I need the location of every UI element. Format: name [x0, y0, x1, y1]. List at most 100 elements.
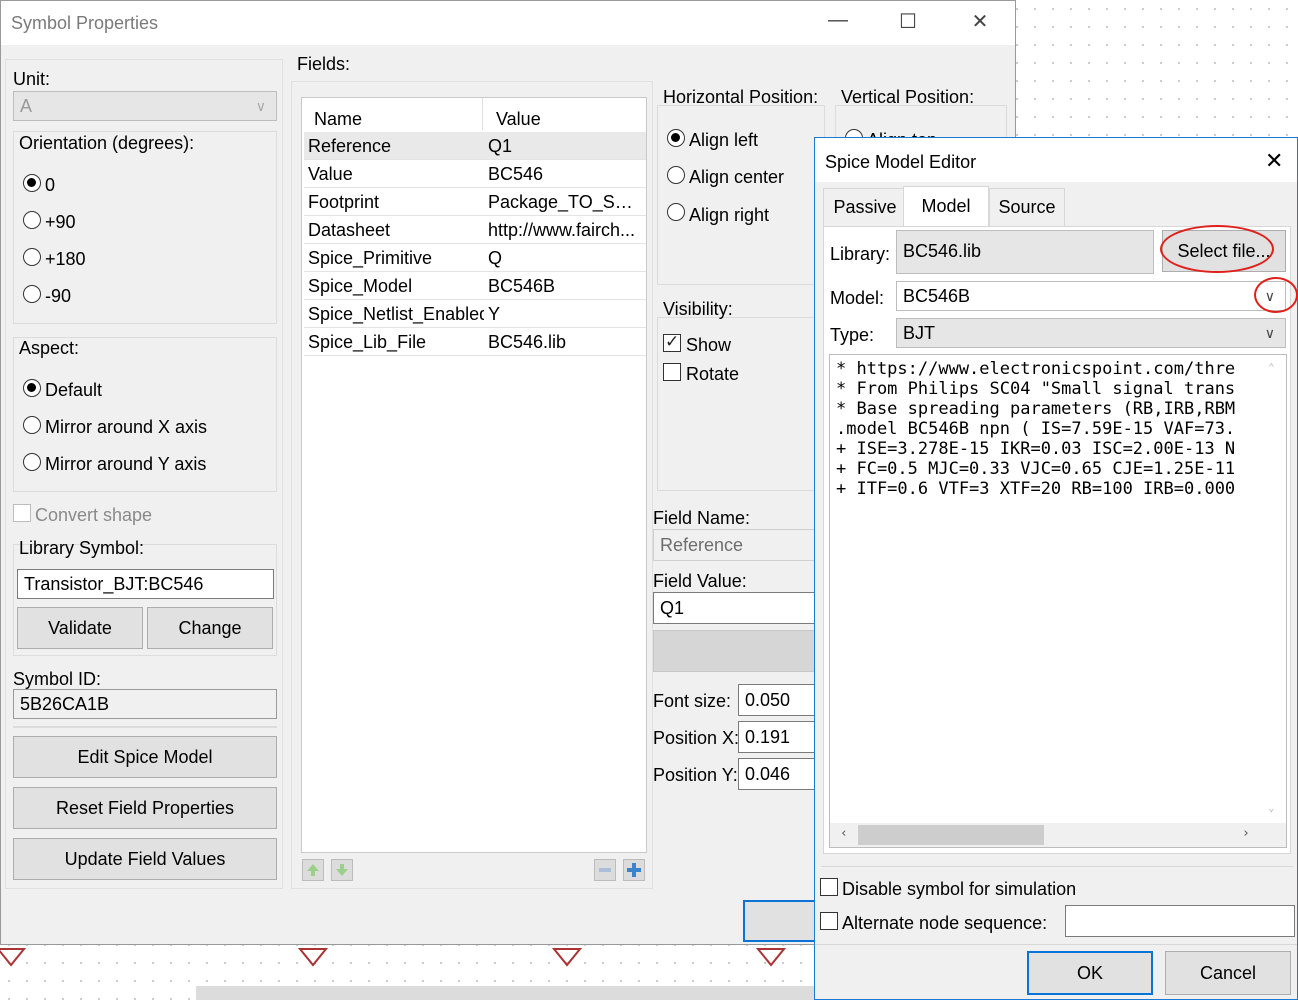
unit-select[interactable]: A ∨	[13, 91, 277, 121]
table-row[interactable]: Footprint Package_TO_SOT_...	[304, 188, 646, 216]
spice-close-icon[interactable]: ✕	[1265, 148, 1283, 174]
move-down-button[interactable]	[331, 859, 353, 881]
model-line: + FC=0.5 MJC=0.33 VJC=0.65 CJE=1.25E-11	[836, 459, 1236, 479]
select-file-button[interactable]: Select file...	[1162, 230, 1286, 272]
cell-value[interactable]: Q	[488, 248, 644, 269]
symbol-id-label: Symbol ID:	[13, 669, 102, 689]
tab-passive[interactable]: Passive	[823, 188, 907, 226]
canvas-scrollbar[interactable]	[196, 986, 816, 1000]
align-center-radio[interactable]	[667, 166, 685, 184]
align-right-radio[interactable]	[667, 203, 685, 221]
unit-value: A	[20, 95, 33, 116]
disable-simulation-checkbox[interactable]	[820, 878, 838, 896]
model-text-area[interactable]: * https://www.electronicspoint.com/thre …	[829, 354, 1287, 848]
show-checkbox[interactable]	[663, 332, 681, 352]
align-left-radio[interactable]	[667, 129, 685, 147]
model-line: .model BC546B npn ( IS=7.59E-15 VAF=73.	[836, 419, 1236, 439]
scroll-right-icon[interactable]: ›	[1242, 826, 1250, 841]
align-right-label: Align right	[689, 205, 770, 225]
table-row[interactable]: Spice_Primitive Q	[304, 244, 646, 272]
cell-value[interactable]: Y	[488, 304, 644, 325]
move-up-button[interactable]	[302, 859, 324, 881]
spice-cancel-button[interactable]: Cancel	[1165, 951, 1291, 995]
validate-button[interactable]: Validate	[17, 607, 143, 649]
scroll-thumb[interactable]	[858, 825, 1044, 845]
pin-marker-icon	[298, 948, 328, 967]
tab-source[interactable]: Source	[989, 188, 1065, 226]
cell-value[interactable]: BC546	[488, 164, 644, 185]
field-value-input[interactable]: Q1	[653, 592, 823, 624]
column-header-name[interactable]: Name	[314, 102, 484, 136]
alternate-node-input[interactable]	[1065, 905, 1295, 937]
disable-simulation-label: Disable symbol for simulation	[842, 879, 1077, 899]
cell-value[interactable]: Package_TO_SOT_...	[488, 192, 644, 213]
horizontal-scrollbar[interactable]: ‹ ›	[830, 823, 1286, 847]
field-name-label: Field Name:	[653, 508, 751, 528]
model-label: Model:	[830, 288, 885, 308]
aspect-mirror-x-radio[interactable]	[23, 416, 41, 434]
visibility-group	[657, 317, 825, 491]
library-symbol-input[interactable]: Transistor_BJT:BC546	[17, 569, 274, 599]
spice-title: Spice Model Editor	[825, 152, 977, 172]
table-row[interactable]: Value BC546	[304, 160, 646, 188]
cell-name: Footprint	[308, 192, 380, 212]
alternate-node-checkbox[interactable]	[820, 912, 838, 930]
orientation-90-radio[interactable]	[23, 211, 41, 229]
cell-value[interactable]: BC546B	[488, 276, 644, 297]
spice-ok-button[interactable]: OK	[1027, 951, 1153, 995]
remove-field-button[interactable]	[594, 859, 616, 881]
tab-model-label: Model	[921, 196, 971, 216]
add-field-button[interactable]	[623, 859, 645, 881]
scroll-left-icon[interactable]: ‹	[840, 826, 848, 841]
orientation-0-radio[interactable]	[23, 174, 41, 192]
chevron-down-icon: ∨	[255, 98, 266, 114]
update-field-values-button[interactable]: Update Field Values	[13, 838, 277, 880]
field-value-action-button[interactable]	[653, 630, 823, 672]
table-row[interactable]: Spice_Model BC546B	[304, 272, 646, 300]
convert-shape-checkbox[interactable]	[13, 504, 31, 522]
type-value: BJT	[903, 322, 936, 343]
aspect-mirror-y-radio[interactable]	[23, 453, 41, 471]
close-icon[interactable]: ✕	[965, 9, 995, 34]
rotate-checkbox[interactable]	[663, 363, 681, 381]
edit-spice-model-button[interactable]: Edit Spice Model	[13, 736, 277, 778]
pin-marker-icon	[0, 948, 26, 967]
cell-value[interactable]: http://www.fairch...	[488, 220, 644, 241]
model-select[interactable]: BC546B ∨	[896, 281, 1286, 311]
maximize-icon[interactable]: ☐	[893, 9, 923, 34]
scroll-up-icon[interactable]: ⌃	[1268, 361, 1275, 374]
chevron-down-icon[interactable]: ∨	[1265, 288, 1275, 305]
table-row[interactable]: Datasheet http://www.fairch...	[304, 216, 646, 244]
cell-name: Datasheet	[308, 220, 391, 240]
change-button[interactable]: Change	[147, 607, 273, 649]
aspect-mirror-x-label: Mirror around X axis	[45, 417, 208, 437]
pin-marker-icon	[756, 948, 786, 967]
title-bar: Symbol Properties — ☐ ✕	[1, 1, 1015, 45]
column-header-value[interactable]: Value	[496, 102, 646, 136]
align-center-label: Align center	[689, 167, 785, 187]
cell-value[interactable]: Q1	[488, 136, 644, 157]
column-divider	[482, 98, 483, 130]
scroll-down-icon[interactable]: ⌄	[1268, 801, 1275, 814]
table-row[interactable]: Reference Q1	[304, 132, 646, 160]
orientation-minus90-radio[interactable]	[23, 285, 41, 303]
spice-title-bar: Spice Model Editor ✕	[815, 138, 1297, 182]
field-value-value: Q1	[660, 597, 685, 618]
tab-model[interactable]: Model	[903, 186, 989, 226]
orientation-180-radio[interactable]	[23, 248, 41, 266]
cell-value[interactable]: BC546.lib	[488, 332, 644, 353]
table-row[interactable]: Spice_Netlist_Enabled Y	[304, 300, 646, 328]
fields-grid[interactable]: Name Value Reference Q1 Value BC546 Footpr…	[301, 97, 647, 853]
minus-icon	[599, 868, 611, 872]
cell-name: Spice_Model	[308, 276, 413, 296]
minimize-icon[interactable]: —	[823, 9, 853, 32]
aspect-default-radio[interactable]	[23, 379, 41, 397]
vertical-scrollbar[interactable]: ⌃ ⌄	[1260, 355, 1286, 825]
library-path-value: BC546.lib	[903, 241, 982, 261]
cell-name: Spice_Lib_File	[308, 332, 427, 352]
position-y-value: 0.046	[745, 763, 791, 784]
table-row[interactable]: Spice_Lib_File BC546.lib	[304, 328, 646, 356]
type-select[interactable]: BJT ∨	[896, 318, 1286, 348]
tab-passive-label: Passive	[833, 197, 897, 217]
reset-field-properties-button[interactable]: Reset Field Properties	[13, 787, 277, 829]
